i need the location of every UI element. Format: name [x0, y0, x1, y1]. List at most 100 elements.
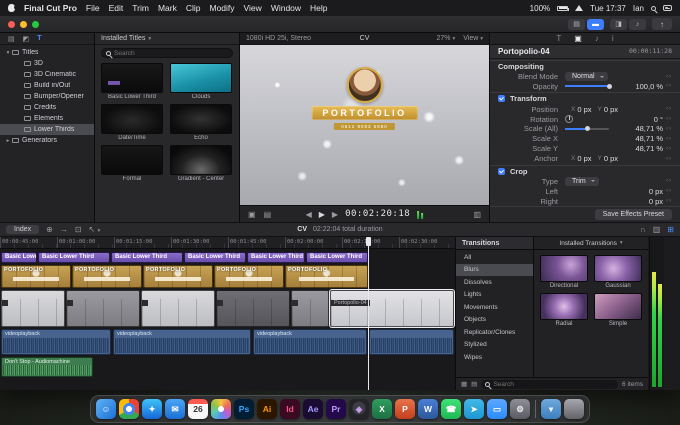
viewer-options-icon[interactable]: ▥	[473, 210, 481, 219]
stepper-icon[interactable]: ‹›	[666, 198, 672, 204]
video-clip[interactable]	[291, 290, 329, 327]
dock-premiere-icon[interactable]: Pr	[326, 399, 346, 419]
dock-zoom-icon[interactable]: ▭	[487, 399, 507, 419]
installed-transitions-header[interactable]: Installed Transitions	[559, 240, 616, 247]
menu-item[interactable]: Mark	[158, 3, 177, 13]
title-thumbnail[interactable]: Date/Time	[101, 104, 163, 141]
title-clip[interactable]: Basic Lower Third	[1, 252, 37, 263]
position-x-field[interactable]: 0 px	[577, 105, 591, 114]
dock-final-cut-pro-icon[interactable]: ◈	[349, 399, 369, 419]
minimize-button[interactable]	[20, 20, 27, 28]
sidebar-item[interactable]: Lower Thirds	[0, 124, 94, 135]
viewer-zoom-menu[interactable]: 27% ▾	[437, 35, 456, 42]
video-clip[interactable]	[141, 290, 215, 327]
sidebar-item[interactable]: ▸ Generators	[0, 135, 94, 146]
menu-item[interactable]: Edit	[109, 3, 124, 13]
dock-calendar-icon[interactable]: 26	[188, 399, 208, 419]
sidebar-item[interactable]: 3D Cinematic	[0, 69, 94, 80]
transitions-browser-icon[interactable]: ⊞	[667, 225, 674, 234]
stepper-icon[interactable]: ‹›	[666, 136, 672, 142]
sidebar-item[interactable]: Build in/Out	[0, 80, 94, 91]
menu-item[interactable]: Window	[271, 3, 301, 13]
menu-clock[interactable]: Tue 17:37	[590, 4, 626, 13]
dock-chrome-icon[interactable]	[119, 399, 139, 419]
close-button[interactable]	[8, 20, 15, 28]
audio-clip[interactable]: videoplayback	[253, 329, 367, 355]
crop-right-value[interactable]: 0 px	[649, 197, 663, 206]
video-clip[interactable]	[216, 290, 290, 327]
stepper-icon[interactable]: ‹›	[666, 156, 672, 162]
libraries-tab-icon[interactable]: ▤	[8, 35, 15, 43]
battery-icon[interactable]	[557, 5, 570, 11]
dock-whatsapp-icon[interactable]: ☎	[441, 399, 461, 419]
apple-menu-icon[interactable]	[8, 4, 17, 12]
portfolio-title-clip[interactable]: PORTOFOLIO	[285, 265, 368, 288]
audio-clip[interactable]	[369, 329, 454, 355]
transition-item[interactable]: Gaussian	[594, 255, 642, 289]
crop-section-header[interactable]: Crop	[490, 164, 680, 177]
dock-photoshop-icon[interactable]: Ps	[234, 399, 254, 419]
opacity-value[interactable]: 100,0 %	[635, 82, 663, 91]
scale-all-slider[interactable]	[565, 126, 609, 132]
menu-item[interactable]: Help	[310, 3, 327, 13]
scale-x-value[interactable]: 48,71 %	[635, 134, 663, 143]
stepper-icon[interactable]: ‹›	[666, 116, 672, 122]
transition-category[interactable]: Wipes	[456, 351, 533, 364]
portfolio-title-clip[interactable]: PORTOFOLIO	[143, 265, 213, 288]
view-options-icon[interactable]: ▤	[264, 210, 272, 219]
title-thumbnail[interactable]: Clouds	[170, 63, 232, 100]
video-inspector-tab-icon[interactable]: ▣	[574, 34, 582, 43]
transform-section-header[interactable]: Transform	[490, 92, 680, 104]
save-effects-preset-button[interactable]: Save Effects Preset	[594, 209, 672, 221]
stepper-icon[interactable]: ‹›	[666, 178, 672, 184]
append-clip-icon[interactable]: ⊡	[75, 225, 82, 234]
scale-all-value[interactable]: 48,71 %	[635, 124, 663, 133]
rotation-value[interactable]: 0 °	[654, 115, 663, 124]
blend-mode-popup[interactable]: Normal	[565, 72, 608, 82]
timeline-ruler[interactable]: 00:00:45:00 00:01:00:00 00:01:15:00 00:01:3…	[0, 237, 455, 249]
rotation-dial[interactable]	[565, 115, 573, 124]
info-inspector-tab-icon[interactable]: i	[612, 34, 614, 43]
title-thumbnail[interactable]: Basic Lower Third	[101, 63, 163, 100]
stepper-icon[interactable]: ‹›	[666, 74, 672, 80]
clip-appearance-icon[interactable]: ▥	[653, 225, 661, 234]
portfolio-title-clip[interactable]: PORTOFOLIO	[214, 265, 284, 288]
portfolio-title-clip[interactable]: PORTOFOLIO	[1, 265, 71, 288]
transition-item[interactable]: Radial	[540, 293, 588, 327]
crop-left-value[interactable]: 0 px	[649, 187, 663, 196]
dock-word-icon[interactable]: W	[418, 399, 438, 419]
transition-item[interactable]: Directional	[540, 255, 588, 289]
disclosure-icon[interactable]: ▾	[4, 50, 12, 56]
transitions-search-input[interactable]	[493, 380, 615, 388]
insert-clip-icon[interactable]: →	[60, 225, 68, 234]
menu-user[interactable]: Ian	[633, 4, 644, 13]
tools-menu-icon[interactable]: ↖ ▾	[89, 225, 101, 234]
menu-item[interactable]: Clip	[186, 3, 201, 13]
audio-inspector-tab-icon[interactable]: ♪	[595, 34, 599, 43]
transition-category[interactable]: Replicator/Clones	[456, 326, 533, 339]
title-thumbnail[interactable]: Formal	[101, 145, 163, 182]
transition-category[interactable]: Objects	[456, 314, 533, 327]
dock-photos-icon[interactable]	[211, 399, 231, 419]
menu-item[interactable]: Trim	[132, 3, 149, 13]
transition-category[interactable]: Movements	[456, 301, 533, 314]
viewer-canvas[interactable]: PORTOFOLIO 0812 8083 5880	[240, 45, 489, 205]
dock-trash-icon[interactable]	[564, 399, 584, 419]
dock-downloads-folder-icon[interactable]: ▾	[541, 399, 561, 419]
dock-safari-icon[interactable]: ✦	[142, 399, 162, 419]
stepper-icon[interactable]: ‹›	[666, 188, 672, 194]
dock-mail-icon[interactable]: ✉	[165, 399, 185, 419]
viewer-timecode[interactable]: 00:02:20:18	[345, 209, 410, 219]
portfolio-title-clip[interactable]: PORTOFOLIO	[72, 265, 142, 288]
dock-powerpoint-icon[interactable]: P	[395, 399, 415, 419]
transition-category[interactable]: Stylized	[456, 339, 533, 352]
timeline-toggle-button[interactable]: ▬	[587, 18, 604, 30]
transition-category[interactable]: Lights	[456, 289, 533, 302]
media-browser-button[interactable]: ♪	[629, 18, 646, 30]
dock-finder-icon[interactable]: ☺	[96, 399, 116, 419]
index-button[interactable]: Index	[6, 225, 40, 234]
transition-category[interactable]: All	[456, 251, 533, 264]
transition-item[interactable]: Simple	[594, 293, 642, 327]
video-clip[interactable]: Portopolio-04	[329, 289, 455, 328]
playhead[interactable]	[366, 237, 371, 390]
